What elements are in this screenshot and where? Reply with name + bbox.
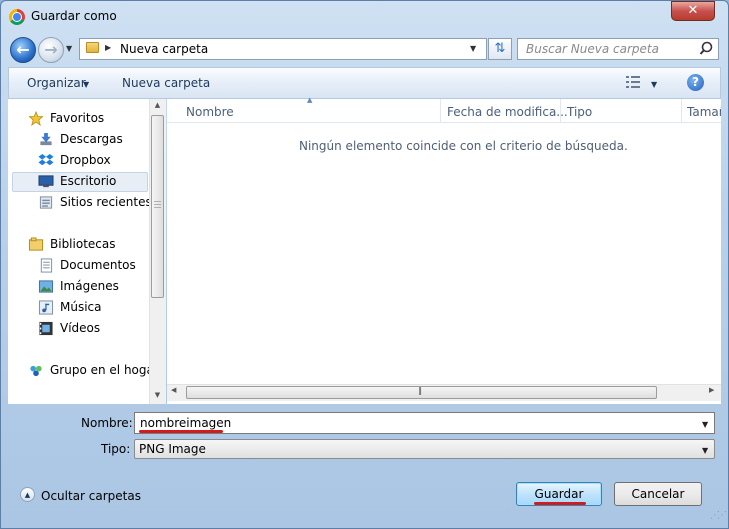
dropbox-icon xyxy=(38,153,54,166)
nav-item-favorites[interactable]: Favoritos xyxy=(8,108,148,129)
nav-item-libraries[interactable]: Bibliotecas xyxy=(8,234,148,255)
red-underline-annotation xyxy=(139,430,223,433)
nav-item-label: Música xyxy=(60,300,102,314)
downloads-icon xyxy=(40,132,52,146)
pictures-icon xyxy=(38,280,54,293)
column-header-row xyxy=(167,99,721,123)
nav-item-dropbox[interactable]: Dropbox xyxy=(8,150,148,171)
chrome-icon xyxy=(9,9,25,25)
column-divider[interactable] xyxy=(560,99,561,123)
folder-icon xyxy=(86,42,99,53)
filetype-select[interactable] xyxy=(134,439,715,459)
help-icon[interactable]: ? xyxy=(687,74,704,91)
videos-icon xyxy=(39,321,53,336)
search-icon[interactable] xyxy=(699,40,717,58)
address-dropdown-icon[interactable]: ▼ xyxy=(470,44,476,53)
column-header-date[interactable]: Fecha de modifica... xyxy=(447,105,568,119)
new-folder-button[interactable]: Nueva carpeta xyxy=(122,76,210,90)
desktop-icon xyxy=(38,175,54,188)
scroll-down-arrow-icon[interactable]: ▼ xyxy=(150,391,165,399)
nav-item-label: Sitios recientes xyxy=(60,195,152,209)
nav-item-label: Imágenes xyxy=(60,279,119,293)
column-divider[interactable] xyxy=(681,99,682,123)
libraries-icon xyxy=(28,237,44,251)
column-header-size[interactable]: Tamañ xyxy=(687,105,721,119)
sort-ascending-icon: ▲ xyxy=(307,96,313,104)
empty-results-message: Ningún elemento coincide con el criterio… xyxy=(299,139,628,153)
nav-item-label: Vídeos xyxy=(60,321,101,335)
window-title: Guardar como xyxy=(31,9,117,23)
scroll-right-arrow-icon[interactable]: ▶ xyxy=(709,386,714,394)
homegroup-icon xyxy=(30,365,42,377)
nav-item-label: Bibliotecas xyxy=(50,237,116,251)
collapse-up-icon[interactable]: ▲ xyxy=(20,487,35,502)
recent-places-icon xyxy=(39,196,53,209)
nav-item-music[interactable]: Música xyxy=(8,297,148,318)
resize-grip-icon[interactable]: ⋰⋰ xyxy=(710,510,727,521)
nav-item-label: Grupo en el hogar xyxy=(50,363,159,377)
scroll-left-arrow-icon[interactable]: ◀ xyxy=(171,386,176,394)
nav-item-label: Descargas xyxy=(60,132,123,146)
red-underline-annotation xyxy=(534,502,586,505)
scroll-grip-icon: ― ― ― xyxy=(154,197,161,211)
recent-locations-dropdown-icon[interactable]: ▼ xyxy=(66,44,72,53)
organize-dropdown-icon[interactable]: ▼ xyxy=(83,80,89,89)
refresh-button[interactable]: ⇅ xyxy=(488,38,512,60)
command-bar xyxy=(8,67,721,99)
nav-item-downloads[interactable]: Descargas xyxy=(8,129,148,150)
hide-folders-button[interactable]: Ocultar carpetas xyxy=(41,489,141,503)
nav-item-label: Documentos xyxy=(60,258,136,272)
nav-item-label: Favoritos xyxy=(50,111,105,125)
filetype-label: Tipo: xyxy=(101,442,131,456)
scroll-grip-icon: ||| xyxy=(418,386,422,395)
filename-label: Nombre: xyxy=(81,416,133,430)
search-placeholder: Buscar Nueva carpeta xyxy=(526,42,659,56)
nav-item-label: Escritorio xyxy=(60,174,117,188)
forward-button[interactable]: → xyxy=(38,37,64,63)
documents-icon xyxy=(40,258,53,273)
change-view-icon[interactable] xyxy=(625,75,641,89)
nav-item-recent-places[interactable]: Sitios recientes xyxy=(8,192,152,213)
nav-item-label: Dropbox xyxy=(60,153,111,167)
filename-dropdown-icon[interactable]: ▼ xyxy=(702,420,708,429)
column-header-name[interactable]: Nombre xyxy=(186,105,234,119)
nav-item-documents[interactable]: Documentos xyxy=(8,255,148,276)
nav-item-homegroup[interactable]: Grupo en el hogar xyxy=(8,360,159,381)
organize-button[interactable]: Organizar xyxy=(27,76,86,90)
view-dropdown-icon[interactable]: ▼ xyxy=(651,80,657,89)
nav-item-pictures[interactable]: Imágenes xyxy=(8,276,148,297)
back-button[interactable]: ← xyxy=(10,37,36,63)
breadcrumb-chevron-icon[interactable]: ▶ xyxy=(105,43,111,52)
nav-item-desktop[interactable]: Escritorio xyxy=(8,171,148,192)
column-divider[interactable] xyxy=(440,99,441,123)
column-header-type[interactable]: Tipo xyxy=(567,105,592,119)
nav-item-videos[interactable]: Vídeos xyxy=(8,318,148,339)
filetype-value[interactable]: PNG Image xyxy=(139,442,206,456)
cancel-button[interactable]: Cancelar xyxy=(614,482,702,506)
filetype-dropdown-icon[interactable]: ▼ xyxy=(702,446,708,455)
music-icon xyxy=(38,300,54,315)
close-button[interactable]: ✕ xyxy=(671,1,715,21)
scroll-up-arrow-icon[interactable]: ▲ xyxy=(150,101,165,109)
horizontal-scroll-thumb[interactable] xyxy=(186,386,657,399)
star-icon xyxy=(28,111,44,126)
filename-value[interactable]: nombreimagen xyxy=(140,416,231,430)
breadcrumb-current-folder[interactable]: Nueva carpeta xyxy=(120,42,208,56)
